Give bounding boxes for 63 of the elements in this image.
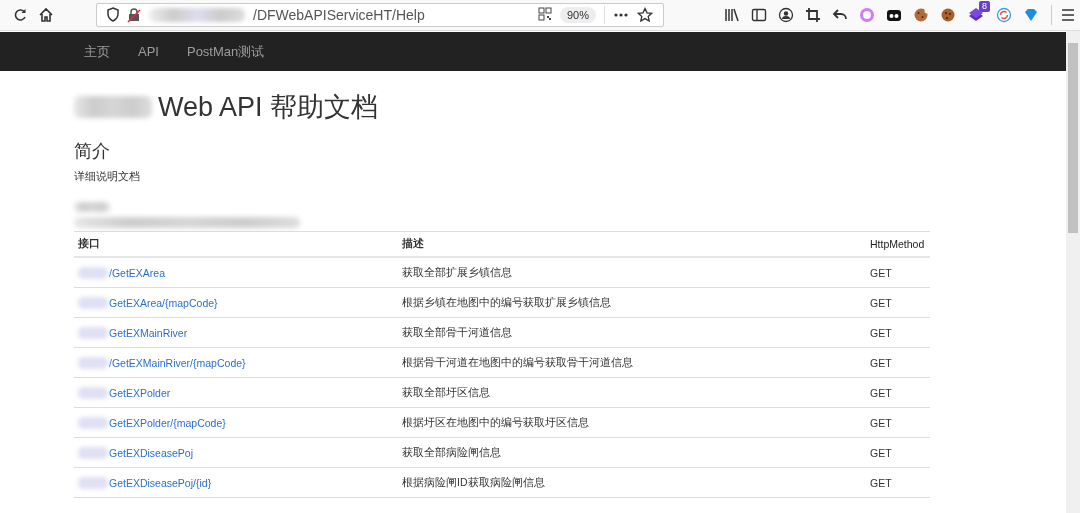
cookie-icon[interactable]: [913, 7, 929, 23]
nav-link[interactable]: API: [124, 44, 173, 59]
scrollbar-thumb[interactable]: [1068, 43, 1078, 233]
home-icon[interactable]: [38, 7, 54, 23]
page-title: Web API 帮助文档: [158, 91, 379, 124]
blurred-region: [78, 386, 108, 399]
endpoint-link[interactable]: GetEXPolder/{mapCode}: [109, 416, 226, 429]
endpoint-link[interactable]: /GetEXArea: [109, 266, 166, 279]
qr-code-icon[interactable]: [537, 7, 552, 23]
library-icon[interactable]: [724, 7, 740, 23]
account-icon[interactable]: [778, 7, 794, 23]
column-header: 描述: [398, 231, 866, 257]
address-bar[interactable]: /DFWebAPIServiceHT/Help 90%: [96, 3, 664, 27]
blurred-region: [78, 266, 108, 279]
count-badge: 8: [979, 1, 990, 12]
endpoint-link[interactable]: /GetEXMainRiver/{mapCode}: [109, 356, 246, 369]
table-cell: 根据骨干河道在地图中的编号获取骨干河道信息: [398, 347, 866, 378]
blurred-region: [78, 416, 108, 429]
table-cell: 根据病险闸ID获取病险闸信息: [398, 467, 866, 498]
table-cell: 根据圩区在地图中的编号获取圩区信息: [398, 407, 866, 438]
url-text: /DFWebAPIServiceHT/Help: [253, 7, 426, 23]
description-text: 详细说明文档: [74, 169, 141, 184]
table-cell: 根据乡镇在地图中的编号获取扩展乡镇信息: [398, 287, 866, 318]
zoom-level[interactable]: 90%: [559, 7, 596, 23]
cookie-icon[interactable]: [940, 7, 956, 23]
table-cell: GET: [866, 347, 930, 378]
blurred-region: [78, 446, 108, 459]
endpoint-link[interactable]: GetEXMainRiver: [109, 326, 188, 339]
insecure-lock-icon[interactable]: [127, 7, 141, 23]
menu-icon[interactable]: [1062, 7, 1074, 23]
nav-link[interactable]: PostMan测试: [172, 42, 279, 61]
table-cell: GET: [866, 377, 930, 408]
mask-icon[interactable]: [886, 7, 902, 23]
table-cell: 获取全部病险闸信息: [398, 437, 866, 468]
sidebar-icon[interactable]: [751, 7, 767, 23]
reload-icon[interactable]: [12, 7, 28, 23]
table-cell: GET: [866, 257, 930, 288]
table-cell: 获取全部骨干河道信息: [398, 317, 866, 348]
table-cell: GET: [866, 467, 930, 498]
table-cell: GET: [866, 287, 930, 318]
table-cell: GET: [866, 407, 930, 438]
nav-link[interactable]: 主页: [70, 42, 124, 61]
blurred-region: [78, 326, 108, 339]
table-cell: GET: [866, 317, 930, 348]
section-heading: 简介: [74, 140, 111, 163]
blurred-region: [74, 202, 110, 212]
column-header: HttpMethod: [866, 231, 930, 257]
table-cell: 获取全部扩展乡镇信息: [398, 257, 866, 288]
shield-icon[interactable]: [107, 7, 119, 23]
blurred-region: [78, 356, 108, 369]
column-header: 接口: [74, 231, 398, 257]
blurred-region: [78, 296, 108, 309]
endpoint-link[interactable]: GetEXDiseasePoj: [109, 446, 194, 459]
endpoint-link[interactable]: GetEXDiseasePoj/{id}: [109, 476, 212, 489]
gem-icon[interactable]: [1023, 7, 1039, 23]
blurred-region: [78, 476, 108, 489]
endpoint-link[interactable]: GetEXPolder: [109, 386, 171, 399]
sync-icon[interactable]: [996, 7, 1012, 23]
table-cell: GET: [866, 437, 930, 468]
star-icon[interactable]: [637, 7, 653, 23]
endpoint-link[interactable]: GetEXArea/{mapCode}: [109, 296, 218, 309]
crop-icon[interactable]: [805, 7, 821, 23]
table-cell: 获取全部圩区信息: [398, 377, 866, 408]
